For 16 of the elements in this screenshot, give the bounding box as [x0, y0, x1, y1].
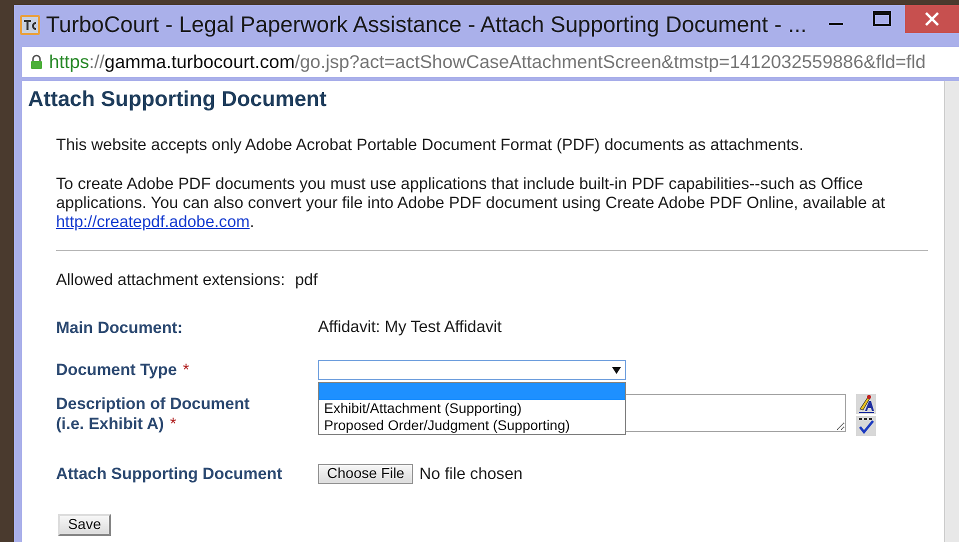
field-value: Affidavit: My Test Affidavit [318, 318, 503, 337]
field-label: Document Type [56, 361, 177, 379]
url-text: https://gamma.turbocourt.com/go.jsp?act=actShowCaseAttachmentScreen&tmstp=1412032559886&fld=fld [49, 51, 926, 73]
field-label: Description of Document [56, 394, 251, 414]
required-mark: * [170, 415, 176, 433]
required-mark: * [182, 361, 190, 379]
file-status: No file chosen [419, 464, 523, 484]
field-sublabel: (i.e. Exhibit A) [56, 415, 164, 433]
note-text: To create Adobe PDF documents you must use applications that include built-in PDF capabilities--such as Office applications. You can also convert your file into Adobe PDF document using Create Adobe PDF Online, available at http://createpdf.adobe.com. [56, 175, 886, 232]
page-heading: Attach Supporting Document [28, 87, 328, 112]
window-title: TurboCourt - Legal Paperwork Assistance - Attach Supporting Document - ... [46, 12, 807, 38]
extensions-label: Allowed attachment extensions: [56, 271, 285, 290]
field-label: Attach Supporting Document [56, 464, 284, 484]
field-label: Main Document: [56, 318, 184, 338]
intro-text: This website accepts only Adobe Acrobat Portable Document Format (PDF) documents as attachments. [56, 136, 804, 155]
extensions-value: pdf [294, 271, 318, 290]
